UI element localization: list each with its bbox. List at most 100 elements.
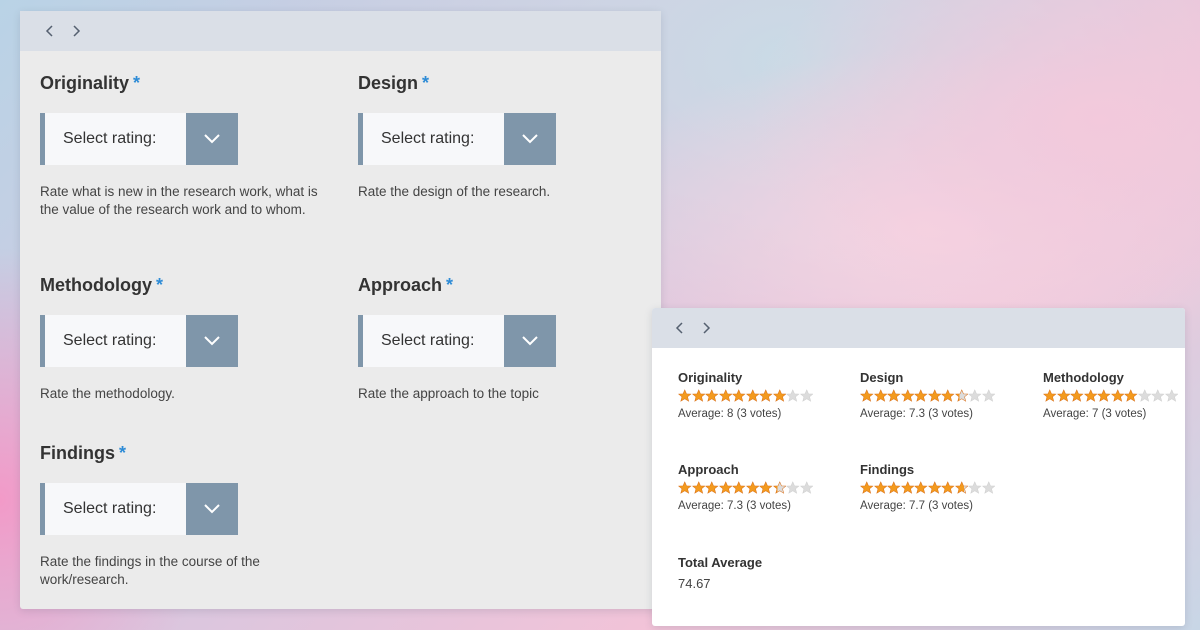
star-rating — [678, 481, 813, 495]
form-nav-bar — [20, 11, 661, 51]
star-icon — [954, 481, 968, 494]
star-icon — [718, 389, 732, 402]
select-toggle-button[interactable] — [186, 483, 238, 535]
design-rating-select[interactable]: Select rating: — [358, 113, 556, 165]
rating-results-panel: Originality Average: 8 (3 votes) Design … — [652, 308, 1185, 626]
result-title: Design — [860, 370, 904, 385]
star-icon — [718, 481, 732, 494]
star-icon — [900, 481, 914, 494]
result-average: Average: 7.3 (3 votes) — [678, 500, 791, 512]
chevron-down-icon — [204, 134, 220, 144]
star-icon — [1164, 389, 1178, 402]
result-methodology: Methodology Average: 7 (3 votes) — [1043, 370, 1178, 422]
star-icon — [1124, 389, 1138, 402]
star-icon — [1043, 389, 1057, 402]
required-mark: * — [133, 73, 141, 93]
field-label-findings: Findings — [40, 443, 115, 463]
star-icon — [968, 389, 982, 402]
total-average-value: 74.67 — [678, 576, 711, 591]
star-icon — [981, 389, 995, 402]
select-placeholder: Select rating: — [63, 332, 157, 349]
field-originality: Originality * Select rating: Rate what is… — [40, 72, 340, 217]
nav-next-button[interactable] — [66, 21, 86, 41]
field-methodology: Methodology * Select rating: Rate the met… — [40, 274, 340, 401]
required-mark: * — [422, 73, 430, 93]
field-label-originality: Originality — [40, 73, 130, 93]
nav-next-button[interactable] — [696, 318, 716, 338]
result-title: Originality — [678, 370, 743, 385]
star-icon — [860, 389, 874, 402]
select-placeholder: Select rating: — [381, 130, 475, 147]
field-label-approach: Approach — [358, 275, 443, 295]
result-design: Design Average: 7.3 (3 votes) — [860, 370, 995, 422]
star-icon — [873, 481, 887, 494]
star-icon — [968, 481, 982, 494]
star-icon — [1137, 389, 1151, 402]
select-toggle-button[interactable] — [186, 113, 238, 165]
chevron-down-icon — [522, 336, 538, 346]
result-findings: Findings Average: 7.7 (3 votes) — [860, 462, 995, 514]
help-text-design: Rate the design of the research. — [358, 184, 551, 199]
field-label-methodology: Methodology — [40, 275, 152, 295]
help-text-originality: Rate what is new in the research work, w… — [40, 184, 318, 217]
star-icon — [759, 389, 773, 402]
total-average-label: Total Average — [678, 555, 763, 570]
star-icon — [927, 389, 941, 402]
select-placeholder: Select rating: — [381, 332, 475, 349]
star-rating — [678, 389, 813, 403]
results-nav-bar — [652, 308, 1185, 348]
required-mark: * — [155, 275, 163, 295]
star-icon — [759, 481, 773, 494]
chevron-down-icon — [204, 336, 220, 346]
star-icon — [900, 389, 914, 402]
help-text-findings: Rate the findings in the course of the w… — [40, 554, 260, 587]
originality-rating-select[interactable]: Select rating: — [40, 113, 238, 165]
nav-prev-button[interactable] — [40, 21, 60, 41]
chevron-right-icon — [73, 25, 81, 37]
chevron-down-icon — [204, 504, 220, 514]
chevron-left-icon — [675, 322, 683, 334]
star-icon — [799, 389, 813, 402]
star-icon — [1097, 389, 1111, 402]
result-average: Average: 8 (3 votes) — [678, 408, 782, 420]
star-icon — [786, 481, 800, 494]
star-icon — [887, 389, 901, 402]
select-toggle-button[interactable] — [186, 315, 238, 367]
result-title: Approach — [678, 462, 739, 477]
star-icon — [927, 481, 941, 494]
star-icon — [772, 481, 786, 494]
star-icon — [772, 389, 786, 402]
field-design: Design * Select rating: Rate the design o… — [358, 72, 658, 199]
nav-prev-button[interactable] — [670, 318, 690, 338]
result-originality: Originality Average: 8 (3 votes) — [678, 370, 813, 422]
result-title: Methodology — [1043, 370, 1124, 385]
findings-rating-select[interactable]: Select rating: — [40, 483, 238, 535]
star-icon — [1056, 389, 1070, 402]
select-toggle-button[interactable] — [504, 113, 556, 165]
star-icon — [1110, 389, 1124, 402]
required-mark: * — [119, 443, 127, 463]
select-placeholder: Select rating: — [63, 500, 157, 517]
chevron-right-icon — [703, 322, 711, 334]
star-icon — [1151, 389, 1165, 402]
rating-form-panel: Originality * Select rating: Rate what is… — [20, 11, 661, 609]
approach-rating-select[interactable]: Select rating: — [358, 315, 556, 367]
result-average: Average: 7 (3 votes) — [1043, 408, 1147, 420]
star-icon — [745, 481, 759, 494]
star-icon — [1070, 389, 1084, 402]
star-icon — [678, 389, 692, 402]
star-icon — [914, 389, 928, 402]
field-label-design: Design — [358, 73, 419, 93]
star-icon — [745, 389, 759, 402]
field-findings: Findings * Select rating: Rate the findin… — [40, 442, 340, 587]
star-icon — [941, 389, 955, 402]
star-icon — [887, 481, 901, 494]
star-icon — [786, 389, 800, 402]
methodology-rating-select[interactable]: Select rating: — [40, 315, 238, 367]
star-icon — [860, 481, 874, 494]
select-toggle-button[interactable] — [504, 315, 556, 367]
star-rating — [860, 389, 995, 403]
star-icon — [941, 481, 955, 494]
star-icon — [981, 481, 995, 494]
star-icon — [732, 481, 746, 494]
